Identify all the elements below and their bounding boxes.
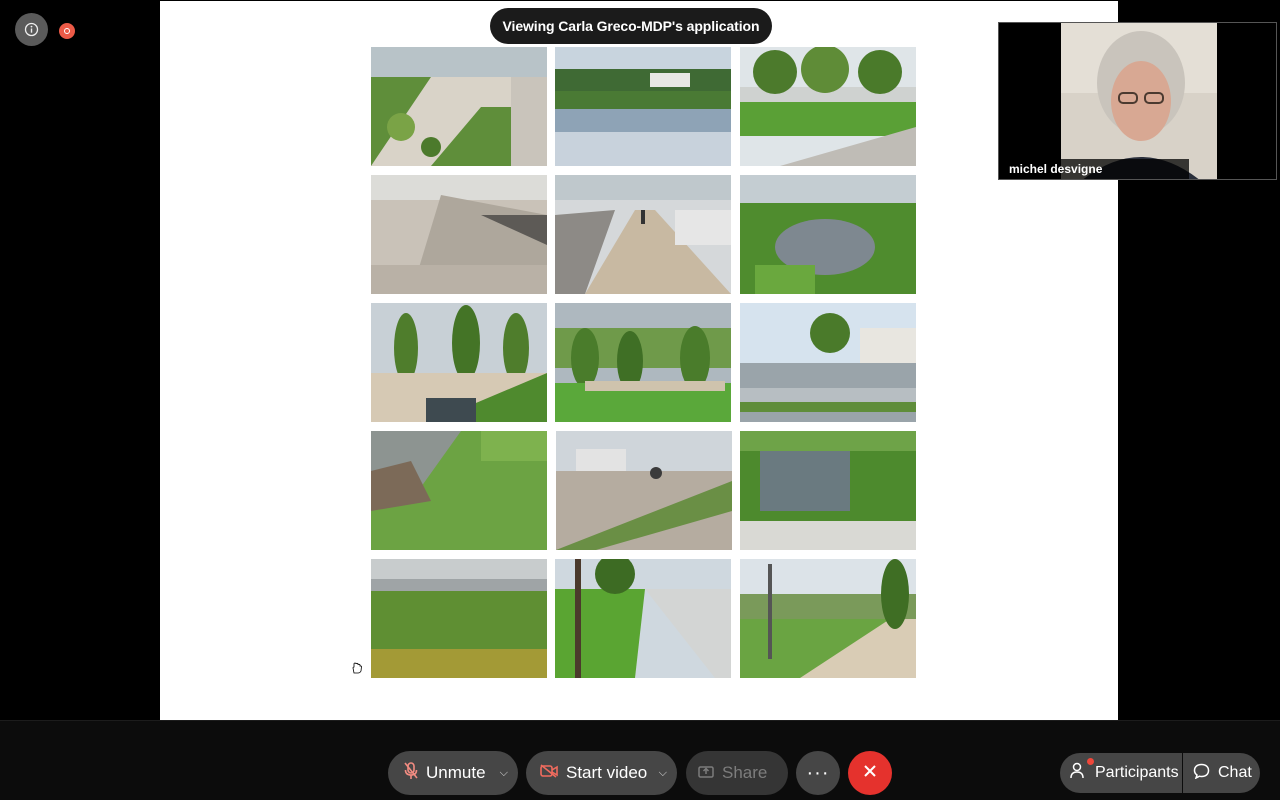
meeting-stage: Viewing Carla Greco-MDP's application mi…	[0, 0, 1280, 720]
person-icon	[1070, 762, 1087, 784]
leave-meeting-button[interactable]	[848, 751, 892, 795]
landscape-photo	[555, 303, 731, 422]
share-button[interactable]: Share	[686, 751, 788, 795]
participants-label: Participants	[1095, 764, 1179, 781]
landscape-photo	[556, 431, 732, 550]
share-label: Share	[722, 763, 768, 782]
close-icon	[863, 763, 877, 783]
chevron-down-icon[interactable]: ⌵	[659, 767, 667, 780]
participant-video-tile[interactable]: michel desvigne	[998, 22, 1277, 180]
landscape-photo	[740, 303, 916, 422]
landscape-photo	[371, 47, 547, 166]
landscape-photo	[371, 303, 547, 422]
landscape-photo	[740, 175, 916, 294]
unmute-button[interactable]: Unmute ⌵	[388, 751, 518, 795]
unmute-label: Unmute	[426, 763, 486, 782]
mic-off-icon	[404, 761, 418, 785]
sharing-banner: Viewing Carla Greco-MDP's application	[490, 8, 772, 44]
start-video-label: Start video	[566, 763, 648, 782]
meeting-toolbar: Unmute ⌵ Start video ⌵ Share ··· Partici…	[0, 720, 1280, 800]
landscape-photo	[555, 47, 731, 166]
info-icon[interactable]	[15, 13, 48, 46]
start-video-button[interactable]: Start video ⌵	[526, 751, 677, 795]
landscape-photo	[740, 47, 916, 166]
chat-icon	[1193, 763, 1210, 784]
landscape-photo	[555, 175, 731, 294]
landscape-photo	[371, 175, 547, 294]
video-off-icon	[540, 763, 558, 783]
landscape-photo	[371, 559, 547, 678]
landscape-photo	[555, 559, 731, 678]
share-icon	[698, 763, 714, 783]
landscape-photo	[371, 431, 547, 550]
hand-cursor-icon	[351, 661, 363, 679]
participant-video-feed	[1061, 23, 1217, 179]
more-icon: ···	[806, 761, 830, 784]
chat-button[interactable]: Chat	[1183, 753, 1260, 793]
more-options-button[interactable]: ···	[796, 751, 840, 795]
landscape-photo	[740, 431, 916, 550]
shared-screen	[160, 1, 1118, 720]
participant-name: michel desvigne	[999, 159, 1189, 179]
landscape-photo	[740, 559, 916, 678]
chat-label: Chat	[1218, 764, 1252, 781]
participants-button[interactable]: Participants	[1060, 753, 1182, 793]
notification-dot	[1087, 758, 1094, 765]
recording-icon	[59, 23, 75, 39]
chevron-down-icon[interactable]: ⌵	[500, 767, 508, 780]
